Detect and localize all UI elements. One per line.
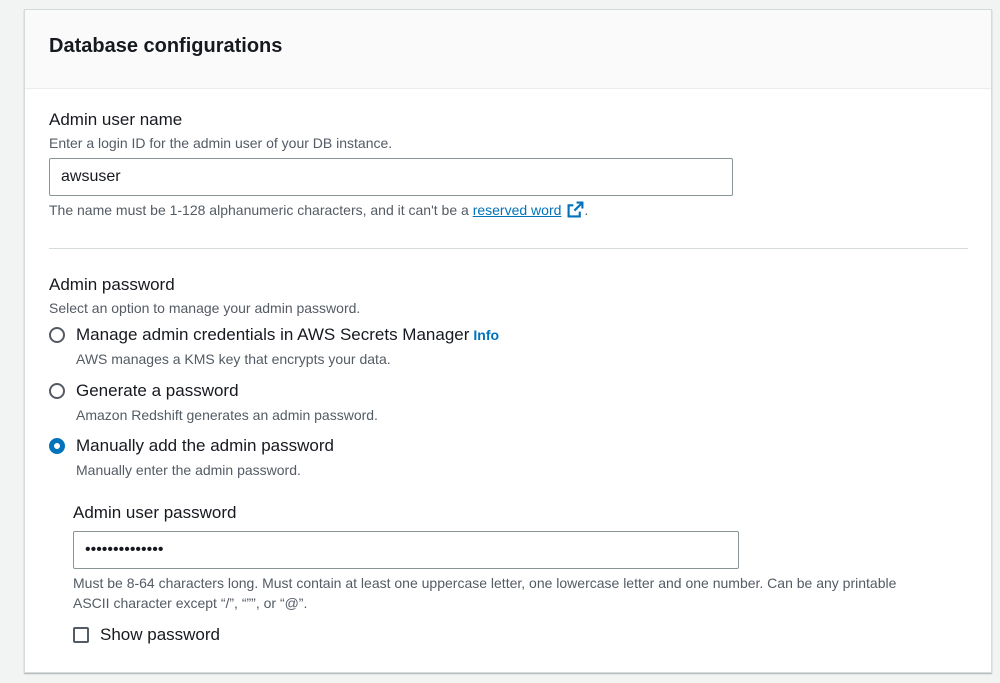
- panel-header: Database configurations: [25, 10, 991, 89]
- radio-description: AWS manages a KMS key that encrypts your…: [76, 351, 391, 367]
- admin-password-description: Select an option to manage your admin pa…: [49, 300, 361, 316]
- admin-password-field: Admin password Select an option to manag…: [49, 274, 360, 318]
- radio-label: Manage admin credentials in AWS Secrets …: [76, 325, 499, 345]
- radio-label-text: Manage admin credentials in AWS Secrets …: [76, 325, 470, 344]
- hint-text: The name must be 1-128 alphanumeric char…: [49, 202, 473, 218]
- admin-user-name-input[interactable]: [49, 158, 733, 196]
- radio-label: Generate a password: [76, 381, 239, 400]
- section-divider: [49, 248, 968, 249]
- radio-button-selected[interactable]: [49, 438, 65, 454]
- admin-user-password-label: Admin user password: [73, 503, 237, 522]
- show-password-label: Show password: [100, 625, 221, 644]
- panel-title: Database configurations: [49, 35, 283, 57]
- reserved-word-link-label: reserved word: [472, 202, 562, 218]
- radio-description: Manually enter the admin password.: [76, 462, 301, 478]
- admin-user-name-label: Admin user name: [49, 110, 183, 129]
- admin-password-label: Admin password: [49, 275, 175, 294]
- radio-label: Manually add the admin password: [76, 436, 334, 455]
- admin-user-name-description: Enter a login ID for the admin user of y…: [49, 135, 393, 151]
- external-link-icon: [567, 201, 584, 223]
- database-configurations-panel: Database configurations Admin user name …: [24, 9, 992, 673]
- info-link[interactable]: Info: [473, 327, 499, 343]
- password-hint-line-1: Must be 8-64 characters long. Must conta…: [73, 575, 897, 591]
- show-password-checkbox[interactable]: [73, 627, 89, 643]
- radio-button[interactable]: [49, 383, 65, 399]
- reserved-word-link[interactable]: reserved word: [472, 201, 585, 218]
- radio-button[interactable]: [49, 327, 65, 343]
- hint-suffix: .: [584, 202, 589, 218]
- admin-user-name-field: Admin user name Enter a login ID for the…: [49, 109, 392, 153]
- radio-description: Amazon Redshift generates an admin passw…: [76, 407, 378, 423]
- password-hint-line-2: ASCII character except “/”, “””, or “@”.: [73, 595, 308, 611]
- admin-user-password-hint: Must be 8-64 characters long. Must conta…: [73, 573, 973, 613]
- admin-user-password-input[interactable]: [73, 531, 739, 569]
- admin-user-name-hint: The name must be 1-128 alphanumeric char…: [49, 200, 588, 223]
